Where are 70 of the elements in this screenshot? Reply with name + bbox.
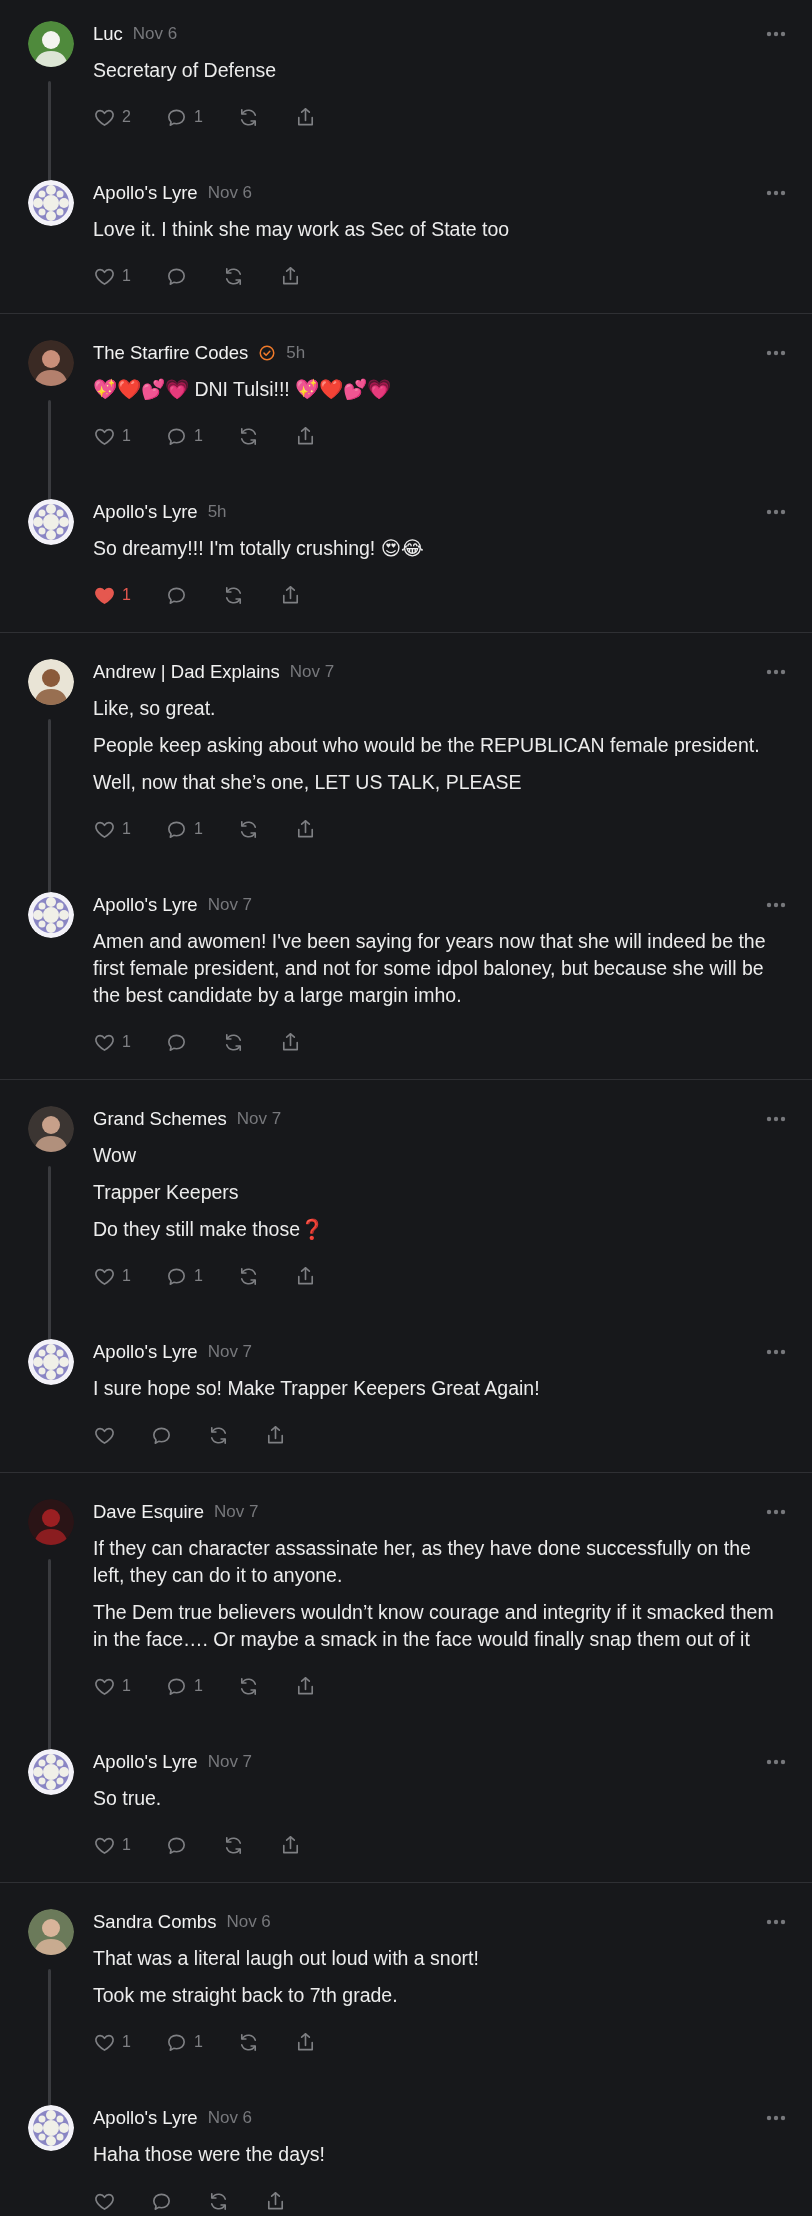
comment-date: Nov 7: [207, 894, 253, 917]
comment-text: I sure hope so! Make Trapper Keepers Great Again!: [93, 1376, 541, 1401]
author-name[interactable]: Apollo's Lyre: [93, 1338, 198, 1366]
more-icon[interactable]: [766, 669, 786, 675]
comment-text: 💖❤💕💗 DNI Tulsi!!! 💖❤💕💗: [93, 377, 393, 402]
reply-button[interactable]: 1: [164, 817, 203, 841]
more-icon[interactable]: [766, 1509, 786, 1515]
author-name[interactable]: Apollo's Lyre: [93, 2104, 198, 2132]
like-button[interactable]: 1: [93, 583, 131, 607]
more-icon[interactable]: [766, 902, 786, 908]
more-icon[interactable]: [766, 31, 786, 37]
author-name[interactable]: Grand Schemes: [93, 1105, 227, 1133]
comment-text: Took me straight back to 7th grade.: [93, 1983, 399, 2008]
comment-date: Nov 7: [214, 1501, 259, 1524]
like-button[interactable]: 1: [93, 1264, 131, 1288]
like-button[interactable]: 1: [93, 264, 131, 288]
comment-text: Amen and awomen! I've been saying for years now that she will indeed be the first female president, and not for some idpol baloney, but because she will be the best candidate by a large margin imho.: [93, 929, 767, 1008]
comment-text: People keep asking about who would be the REPUBLICAN female president.: [93, 733, 761, 758]
comment-date: 5h: [286, 342, 306, 365]
comment-text: Like, so great.: [93, 696, 217, 721]
comment-text: That was a literal laugh out loud with a snort!: [93, 1946, 480, 1971]
more-icon[interactable]: [766, 1759, 786, 1765]
more-icon[interactable]: [766, 190, 786, 196]
reply-button[interactable]: 1: [164, 424, 203, 448]
comment-text: Do they still make those❓: [93, 1217, 325, 1242]
reply-button[interactable]: 1: [164, 1674, 203, 1698]
comment-date: Nov 7: [207, 1341, 253, 1364]
comment-text: So true.: [93, 1786, 163, 1811]
comment-date: Nov 6: [226, 1911, 271, 1934]
reply-button[interactable]: 1: [164, 105, 203, 129]
author-name[interactable]: Andrew | Dad Explains: [93, 658, 280, 686]
more-icon[interactable]: [766, 1349, 786, 1355]
reply-button[interactable]: 1: [164, 1264, 203, 1288]
comment-date: Nov 6: [132, 23, 178, 46]
author-name[interactable]: Apollo's Lyre: [93, 1748, 198, 1776]
like-button[interactable]: 2: [93, 105, 131, 129]
like-button[interactable]: 1: [93, 1030, 131, 1054]
like-button[interactable]: 1: [93, 1833, 131, 1857]
comment-date: Nov 7: [289, 661, 335, 684]
reply-button[interactable]: 1: [164, 2030, 203, 2054]
author-name[interactable]: Apollo's Lyre: [93, 179, 198, 207]
comment-text: Trapper Keepers: [93, 1180, 240, 1205]
more-icon[interactable]: [766, 350, 786, 356]
author-name[interactable]: Dave Esquire: [93, 1498, 205, 1526]
comment-date: 5h: [207, 501, 227, 524]
comment-date: Nov 7: [207, 1751, 253, 1774]
comment-date: Nov 6: [207, 182, 253, 205]
more-icon[interactable]: [766, 1919, 786, 1925]
comment-date: Nov 7: [236, 1108, 282, 1131]
more-icon[interactable]: [766, 1116, 786, 1122]
more-icon[interactable]: [766, 2115, 786, 2121]
comment-text: The Dem true believers wouldn’t know courage and integrity if it smacked them in the face…. Or maybe a smack in the face would finally snap them out of it: [93, 1600, 775, 1652]
more-icon[interactable]: [766, 509, 786, 515]
like-button[interactable]: 1: [93, 817, 131, 841]
comment-date: Nov 6: [207, 2107, 253, 2130]
comment-text: If they can character assassinate her, as they have done successfully on the left, they can do it to anyone.: [93, 1536, 752, 1588]
comment-text: So dreamy!!! I'm totally crushing! 😍😂: [93, 536, 425, 561]
comment-text: Love it. I think she may work as Sec of State too: [93, 217, 511, 242]
author-name[interactable]: Apollo's Lyre: [93, 498, 198, 526]
comment-text: Wow: [93, 1143, 137, 1168]
author-name[interactable]: Sandra Combs: [93, 1908, 217, 1936]
author-name[interactable]: The Starfire Codes: [93, 339, 249, 367]
author-name[interactable]: Luc: [93, 20, 123, 48]
comment-text: Haha those were the days!: [93, 2142, 326, 2167]
author-name[interactable]: Apollo's Lyre: [93, 891, 198, 919]
like-button[interactable]: 1: [93, 2030, 131, 2054]
comment-text: Secretary of Defense: [93, 58, 278, 83]
like-button[interactable]: 1: [93, 424, 131, 448]
like-button[interactable]: 1: [93, 1674, 131, 1698]
comment-text: Well, now that she’s one, LET US TALK, PLEASE: [93, 770, 523, 795]
